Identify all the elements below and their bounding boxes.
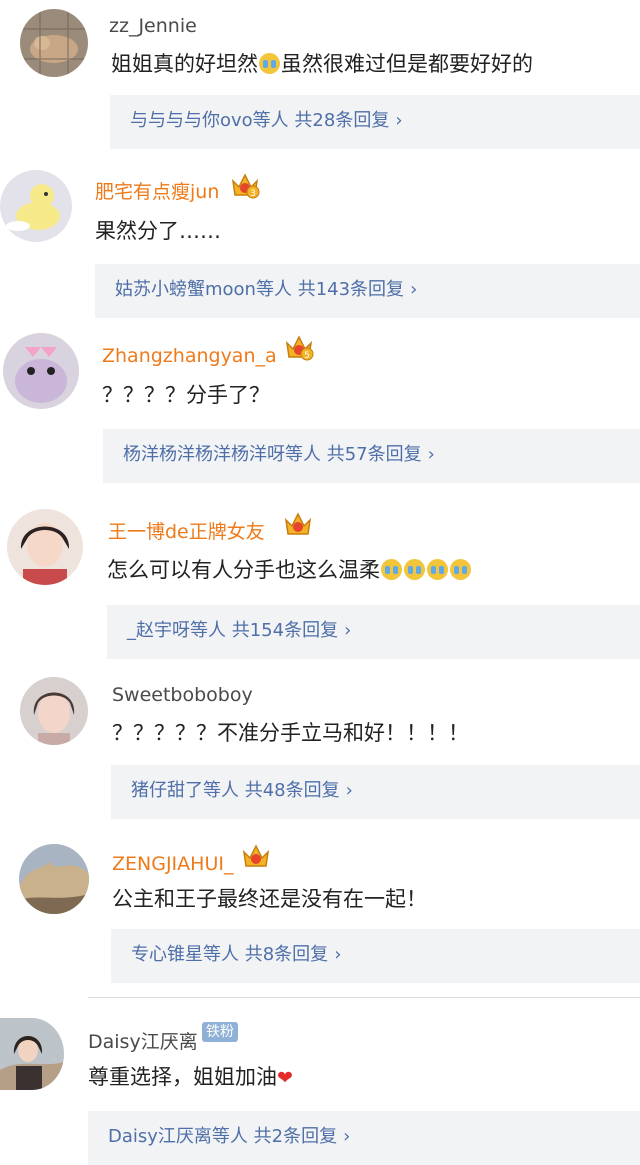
crying-emoji-icon — [381, 559, 402, 580]
avatar[interactable] — [20, 677, 88, 745]
comment-text: 公主和王子最终还是没有在一起！ — [112, 887, 427, 911]
crying-emoji-icon — [404, 559, 425, 580]
chevron-right-icon: › — [345, 780, 353, 801]
comment-text: 尊重选择，姐姐加油❤ — [88, 1065, 293, 1089]
chevron-right-icon: › — [344, 620, 352, 641]
vip-crown-icon: 3 — [229, 169, 261, 201]
avatar[interactable] — [7, 509, 83, 585]
vip-crown-icon — [282, 508, 314, 540]
crying-emoji-icon — [450, 559, 471, 580]
reply-summary-box[interactable]: 杨洋杨洋杨洋杨洋呀等人 共57条回复 › — [103, 429, 640, 483]
chevron-right-icon: › — [343, 1126, 351, 1147]
reply-summary-link[interactable]: 姑苏小螃蟹moon等人 共143条回复 › — [115, 279, 417, 301]
username[interactable]: 王一博de正牌女友 — [108, 521, 265, 543]
vip-crown-icon: 5 — [283, 331, 315, 363]
heart-icon: ❤ — [277, 1067, 293, 1089]
chevron-right-icon: › — [410, 279, 418, 300]
avatar[interactable] — [3, 333, 79, 409]
comment-text: 果然分了…… — [95, 219, 221, 243]
vip-crown-icon — [240, 840, 272, 872]
crying-emoji-icon — [259, 53, 280, 74]
avatar[interactable] — [19, 844, 89, 914]
reply-summary-link[interactable]: 与与与与你ovo等人 共28条回复 › — [130, 110, 403, 132]
reply-summary-link[interactable]: Daisy江厌离等人 共2条回复 › — [108, 1126, 350, 1148]
reply-summary-box[interactable]: 猪仔甜了等人 共48条回复 › — [111, 765, 640, 819]
comment-text: ？？？？分手了？ — [102, 383, 270, 407]
reply-summary-box[interactable]: 姑苏小螃蟹moon等人 共143条回复 › — [95, 264, 640, 318]
reply-summary-box[interactable]: Daisy江厌离等人 共2条回复 › — [88, 1111, 640, 1165]
username[interactable]: 肥宅有点瘦jun — [95, 181, 219, 203]
fan-badge: 铁粉 — [202, 1022, 238, 1042]
chevron-right-icon: › — [427, 444, 435, 465]
chevron-right-icon: › — [395, 110, 403, 131]
username[interactable]: zz_Jennie — [109, 15, 197, 37]
reply-summary-box[interactable]: 专心锥星等人 共8条回复 › — [111, 929, 640, 983]
reply-summary-link[interactable]: 杨洋杨洋杨洋杨洋呀等人 共57条回复 › — [123, 444, 435, 466]
reply-summary-box[interactable]: _赵宇呀等人 共154条回复 › — [107, 605, 640, 659]
reply-summary-link[interactable]: _赵宇呀等人 共154条回复 › — [127, 620, 351, 642]
avatar[interactable] — [0, 1018, 64, 1090]
comment-text: ？？？？？不准分手立马和好！！！！ — [112, 721, 469, 745]
divider — [88, 997, 640, 998]
reply-summary-link[interactable]: 专心锥星等人 共8条回复 › — [131, 944, 341, 966]
svg-text:3: 3 — [250, 189, 256, 199]
crying-emoji-icon — [427, 559, 448, 580]
comment-text: 姐姐真的好坦然 虽然很难过但是都要好好的 — [111, 52, 533, 76]
svg-text:5: 5 — [304, 351, 310, 361]
avatar[interactable] — [0, 170, 72, 242]
username[interactable]: Daisy江厌离 — [88, 1031, 198, 1053]
username[interactable]: Sweetboboboy — [112, 684, 253, 706]
avatar[interactable] — [20, 9, 88, 77]
reply-summary-box[interactable]: 与与与与你ovo等人 共28条回复 › — [110, 95, 640, 149]
comment-text: 怎么可以有人分手也这么温柔 — [107, 557, 472, 583]
reply-summary-link[interactable]: 猪仔甜了等人 共48条回复 › — [131, 780, 353, 802]
username[interactable]: Zhangzhangyan_a — [102, 345, 277, 367]
chevron-right-icon: › — [334, 944, 342, 965]
username[interactable]: ZENGJIAHUI_ — [112, 853, 233, 875]
